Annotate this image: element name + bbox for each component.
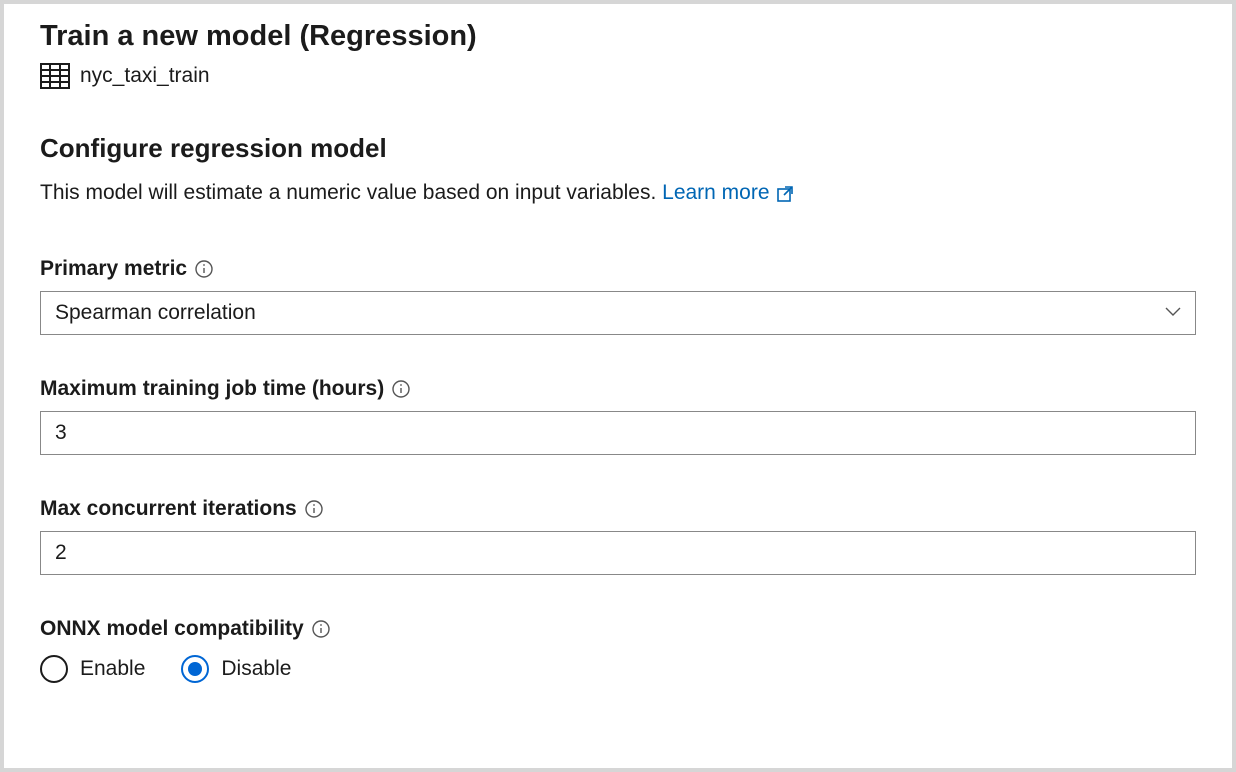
onnx-disable-radio[interactable]: Disable — [181, 655, 291, 683]
info-icon[interactable] — [195, 260, 213, 278]
primary-metric-label: Primary metric — [40, 257, 1196, 281]
learn-more-link[interactable]: Learn more — [662, 178, 793, 207]
section-desc-text: This model will estimate a numeric value… — [40, 181, 662, 204]
onnx-enable-label: Enable — [80, 657, 145, 681]
learn-more-text: Learn more — [662, 178, 769, 207]
external-link-icon — [776, 185, 794, 203]
max-concurrent-label-text: Max concurrent iterations — [40, 497, 297, 521]
page-title: Train a new model (Regression) — [40, 20, 1196, 53]
info-icon[interactable] — [305, 500, 323, 518]
info-icon[interactable] — [392, 380, 410, 398]
section-description: This model will estimate a numeric value… — [40, 178, 1196, 207]
max-concurrent-label: Max concurrent iterations — [40, 497, 1196, 521]
max-training-time-label-text: Maximum training job time (hours) — [40, 377, 384, 401]
radio-circle-icon — [40, 655, 68, 683]
onnx-label: ONNX model compatibility — [40, 617, 1196, 641]
table-icon — [40, 63, 70, 89]
radio-circle-icon — [181, 655, 209, 683]
onnx-radio-group: Enable Disable — [40, 655, 1196, 683]
primary-metric-value: Spearman correlation — [55, 301, 256, 325]
train-model-panel: Train a new model (Regression) nyc_taxi_… — [4, 4, 1232, 768]
onnx-disable-label: Disable — [221, 657, 291, 681]
radio-dot-icon — [188, 662, 202, 676]
primary-metric-label-text: Primary metric — [40, 257, 187, 281]
info-icon[interactable] — [312, 620, 330, 638]
section-title: Configure regression model — [40, 133, 1196, 164]
primary-metric-select[interactable]: Spearman correlation — [40, 291, 1196, 335]
dataset-row: nyc_taxi_train — [40, 63, 1196, 89]
max-training-time-input[interactable] — [40, 411, 1196, 455]
max-training-time-label: Maximum training job time (hours) — [40, 377, 1196, 401]
dataset-name: nyc_taxi_train — [80, 64, 210, 88]
onnx-label-text: ONNX model compatibility — [40, 617, 304, 641]
onnx-enable-radio[interactable]: Enable — [40, 655, 145, 683]
max-concurrent-input[interactable] — [40, 531, 1196, 575]
